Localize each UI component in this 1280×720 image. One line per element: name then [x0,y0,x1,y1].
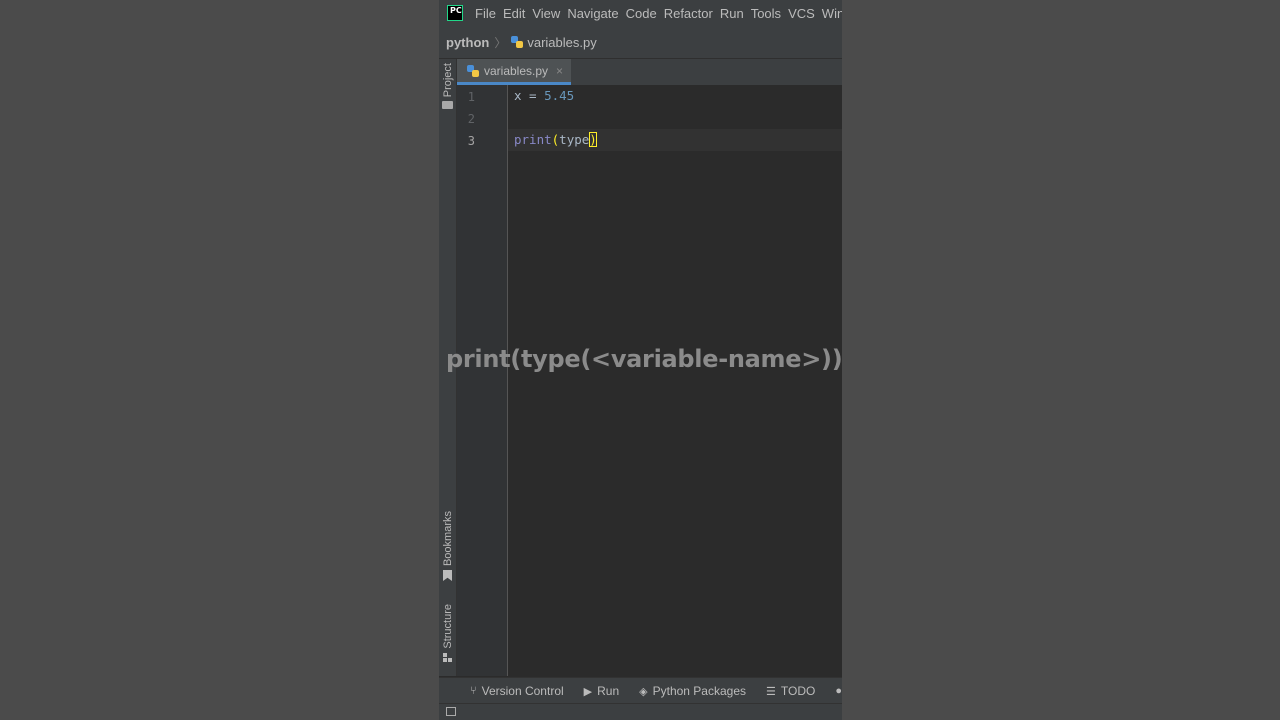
tab-variables-py[interactable]: variables.py × [457,59,572,85]
run-label: Run [597,684,620,698]
menu-view[interactable]: View [532,6,560,21]
code-operator: = [521,88,545,103]
python-packages-label: Python Packages [652,684,747,698]
code-line-1: x = 5.45 [514,85,574,107]
breadcrumb: python 〉 variables.py [439,26,842,59]
pycharm-logo-icon[interactable]: PC [447,5,463,21]
folder-icon [442,101,453,110]
todo-button[interactable]: ☰ TODO [766,684,815,698]
line-number: 2 [467,112,475,126]
bookmark-icon [443,570,452,582]
structure-tool-label: Structure [441,604,454,649]
list-icon: ☰ [766,685,776,698]
python-file-icon [511,36,524,48]
bookmarks-tool-button[interactable]: Bookmarks [439,511,456,582]
project-tool-label: Project [441,63,454,98]
right-backdrop [842,0,1280,720]
menu-navigate[interactable]: Navigate [567,6,618,21]
run-button[interactable]: ▶ Run [584,684,619,698]
branch-icon: ⑂ [470,685,477,697]
toggle-tool-windows-icon[interactable] [446,707,456,716]
left-backdrop [0,0,439,720]
layers-icon: ◈ [639,685,648,698]
menu-tools[interactable]: Tools [751,6,781,21]
project-tool-button[interactable]: Project [439,63,456,110]
menu-file[interactable]: File [475,6,496,21]
problems-button[interactable]: ● [835,685,842,697]
close-icon[interactable]: × [556,64,563,78]
version-control-button[interactable]: ⑂ Version Control [470,684,564,698]
line-number-gutter: 1 2 3 [457,85,508,676]
todo-label: TODO [780,684,816,698]
bookmarks-tool-label: Bookmarks [441,511,454,567]
code-builtin-type: type [559,132,590,147]
python-file-icon [467,64,479,77]
chevron-right-icon: 〉 [494,35,507,50]
menu-code[interactable]: Code [626,6,657,21]
pycharm-logo-text: PC [450,6,462,15]
code-close-paren-cursor: ) [589,132,597,147]
line-number: 1 [467,90,475,104]
menu-run[interactable]: Run [720,6,744,21]
menu-edit[interactable]: Edit [503,6,525,21]
code-editor[interactable]: 1 2 3 x = 5.45 print(type) [457,85,842,676]
menu-vcs[interactable]: VCS [788,6,815,21]
bottom-tool-bar: ⑂ Version Control ▶ Run ◈ Python Package… [439,677,842,704]
status-bar [439,703,842,720]
editor-tabbar: variables.py × [457,59,842,85]
menubar: PC File Edit View Navigate Code Refactor… [439,0,842,26]
breadcrumb-file[interactable]: variables.py [527,35,596,50]
code-variable: x [514,88,522,103]
code-number: 5.45 [544,88,575,103]
video-caption-overlay: print(type(<variable-name>)) [446,345,843,373]
line-number-current: 3 [467,134,475,148]
python-packages-button[interactable]: ◈ Python Packages [639,684,746,698]
structure-icon [443,652,452,662]
version-control-label: Version Control [481,684,564,698]
menu-refactor[interactable]: Refactor [664,6,713,21]
play-icon: ▶ [583,685,593,698]
tab-label: variables.py [484,63,549,78]
code-line-3: print(type) [514,129,597,151]
code-builtin-print: print [514,132,552,147]
menu-window[interactable]: Wind [822,6,842,21]
info-icon: ● [835,685,842,697]
structure-tool-button[interactable]: Structure [439,604,456,662]
breadcrumb-project[interactable]: python [446,35,489,50]
